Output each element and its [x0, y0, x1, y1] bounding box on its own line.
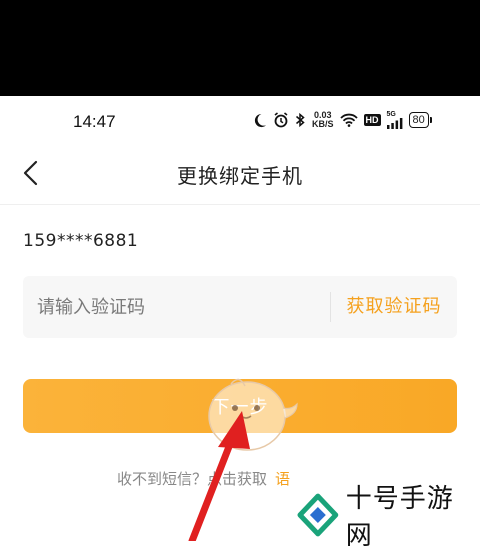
net-speed: 0.03 KB/S — [312, 111, 334, 129]
phone-number: 159****6881 — [23, 231, 139, 251]
status-icons: 0.03 KB/S HD 5G 80 — [252, 109, 433, 131]
watermark-logo-icon — [297, 493, 339, 537]
sms-hint-text: 收不到短信？点击获取 — [117, 470, 268, 488]
nav-bar: 更换绑定手机 — [0, 146, 480, 205]
moon-icon — [252, 113, 267, 128]
signal-label: 5G — [386, 111, 396, 118]
watermark: 十号手游网 — [296, 484, 480, 551]
get-code-button[interactable]: 获取验证码 — [331, 276, 457, 338]
bluetooth-icon — [295, 112, 306, 128]
net-speed-unit: KB/S — [312, 119, 334, 129]
status-time: 14:47 — [73, 112, 116, 131]
verification-code-input[interactable] — [23, 276, 323, 338]
battery-indicator: 80 — [408, 112, 433, 128]
wifi-icon — [339, 113, 358, 127]
sms-hint: 收不到短信？点击获取语 — [117, 468, 290, 489]
alarm-icon — [273, 112, 289, 128]
verification-code-row: 获取验证码 — [23, 276, 457, 338]
signal-icon: 5G — [386, 111, 403, 129]
top-black-area — [0, 0, 480, 96]
status-bar: 14:47 0.03 KB/S HD 5G 80 — [0, 96, 480, 146]
page-title: 更换绑定手机 — [177, 164, 303, 188]
voice-code-link[interactable]: 语 — [275, 470, 290, 488]
hd-badge: HD — [363, 114, 381, 126]
next-button[interactable]: 下一步 — [23, 379, 457, 433]
